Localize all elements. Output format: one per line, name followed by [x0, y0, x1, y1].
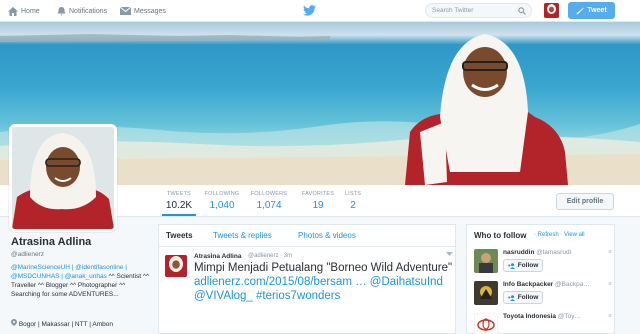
edit-profile-button[interactable]: Edit profile [556, 193, 614, 210]
nav-messages[interactable]: Messages [120, 0, 166, 22]
search-input[interactable]: Search Twitter [425, 3, 532, 18]
who-to-follow-links: · Refresh · View all [534, 232, 585, 238]
profile-location: Bogor | Makassar | NTT | Ambon [11, 319, 113, 328]
suggestion-name[interactable]: nasruddin @lamasrudi [503, 249, 571, 256]
suggestion-handle: @lamasrudi [536, 249, 572, 256]
tab-tweets-replies[interactable]: Tweets & replies [213, 231, 272, 240]
chevron-down-icon[interactable] [446, 252, 453, 257]
compose-tweet-label: Tweet [587, 7, 607, 14]
nav-notifications-label: Notifications [69, 7, 108, 15]
stat-tweets[interactable]: TWEETS 10.2K [162, 191, 196, 216]
tweet-hashtag[interactable]: #terios7wonders [256, 290, 340, 302]
tweet-author-name[interactable]: Atrasina Adlina [194, 253, 241, 260]
suggestion-item: Toyota Indonesia @Toy… × [474, 313, 614, 334]
suggestion-handle: @Backpa… [555, 281, 590, 288]
twitter-bird-icon[interactable] [303, 5, 316, 16]
dismiss-suggestion-icon[interactable]: × [608, 281, 612, 288]
location-pin-icon [11, 319, 17, 326]
stat-followers-value: 1,074 [256, 200, 282, 211]
suggestion-item: Info Backpacker @Backpa… Follow × [474, 281, 614, 311]
nav-home-label: Home [21, 7, 40, 15]
home-icon [8, 6, 18, 16]
account-avatar[interactable] [544, 3, 559, 18]
refresh-link[interactable]: Refresh [538, 232, 559, 238]
bell-icon [57, 6, 66, 16]
stat-lists-label: LISTS [344, 191, 362, 197]
follow-label: Follow [517, 294, 539, 301]
profile-name: Atrasina Adlina [11, 236, 92, 248]
dismiss-suggestion-icon[interactable]: × [608, 249, 612, 256]
add-user-icon [507, 262, 515, 269]
who-to-follow-title: Who to follow [474, 231, 527, 240]
suggestion-avatar[interactable] [474, 249, 498, 273]
nav-notifications[interactable]: Notifications [57, 0, 107, 22]
nav-messages-label: Messages [134, 7, 166, 15]
suggestion-name[interactable]: Toyota Indonesia @Toy… [503, 313, 581, 320]
stat-tweets-value: 10.2K [165, 200, 193, 211]
follow-button[interactable]: Follow [503, 291, 543, 304]
suggestion-avatar[interactable] [474, 313, 498, 334]
stat-following-value: 1,040 [209, 200, 235, 211]
suggestion-display-name: Info Backpacker [503, 281, 554, 288]
follow-label: Follow [517, 262, 539, 269]
quill-icon [576, 7, 584, 14]
stat-favorites[interactable]: FAVORITES 19 [299, 191, 337, 211]
stat-following[interactable]: FOLLOWING 1,040 [202, 191, 242, 211]
search-placeholder: Search Twitter [432, 7, 474, 14]
stat-followers-label: FOLLOWERS [250, 191, 288, 197]
add-user-icon [507, 294, 515, 301]
suggestion-avatar[interactable] [474, 281, 498, 305]
tweet-mention-daihatsu[interactable]: @DaihatsuInd [370, 276, 443, 288]
timeline-tabs: Tweets Tweets & replies Photos & videos [159, 225, 455, 247]
follow-button[interactable]: Follow [503, 259, 543, 272]
tab-tweets[interactable]: Tweets [166, 231, 193, 240]
who-to-follow-panel: Who to follow · Refresh · View all nasru… [466, 224, 615, 334]
suggestion-display-name: Toyota Indonesia [503, 313, 556, 320]
suggestion-name[interactable]: Info Backpacker @Backpa… [503, 281, 590, 288]
suggestion-display-name: nasruddin [503, 249, 535, 256]
tweet-link[interactable]: adlienerz.com/2015/08/bersam … [194, 276, 367, 288]
compose-tweet-button[interactable]: Tweet [568, 2, 615, 19]
search-icon[interactable] [518, 7, 526, 15]
tweet-mention-vivalog[interactable]: @VIVAlog_ [194, 290, 253, 302]
tweet-text: Mimpi Menjadi Petualang "Borneo Wild Adv… [194, 261, 456, 303]
dismiss-suggestion-icon[interactable]: × [608, 313, 612, 320]
stat-favorites-value: 19 [312, 200, 324, 211]
suggestion-handle: @Toy… [557, 313, 581, 320]
stat-favorites-label: FAVORITES [301, 191, 335, 197]
stat-following-label: FOLLOWING [204, 191, 240, 197]
stat-followers[interactable]: FOLLOWERS 1,074 [249, 191, 289, 211]
tweet-meta: @adlienerz · 3m [248, 253, 293, 259]
nav-home[interactable]: Home [8, 0, 40, 22]
stat-lists[interactable]: LISTS 2 [342, 191, 364, 211]
view-all-link[interactable]: View all [564, 232, 585, 238]
stat-tweets-label: TWEETS [166, 191, 192, 197]
profile-handle[interactable]: @adlienerz [11, 251, 44, 258]
tweet-author-avatar[interactable] [165, 255, 187, 277]
stat-lists-value: 2 [350, 200, 356, 211]
top-navigation-bar: Home Notifications Messages Search Twitt… [0, 0, 640, 22]
tweet-text-plain: Mimpi Menjadi Petualang "Borneo Wild Adv… [194, 262, 453, 274]
suggestion-item: nasruddin @lamasrudi Follow × [474, 249, 614, 279]
profile-bio: @MarineScienceUH | @identifasonline | @M… [11, 263, 151, 299]
profile-avatar[interactable] [9, 124, 117, 232]
profile-location-text: Bogor | Makassar | NTT | Ambon [18, 321, 113, 328]
tab-photos-videos[interactable]: Photos & videos [298, 231, 356, 240]
tweet-timeline: Tweets Tweets & replies Photos & videos … [158, 224, 456, 334]
envelope-icon [120, 7, 131, 15]
